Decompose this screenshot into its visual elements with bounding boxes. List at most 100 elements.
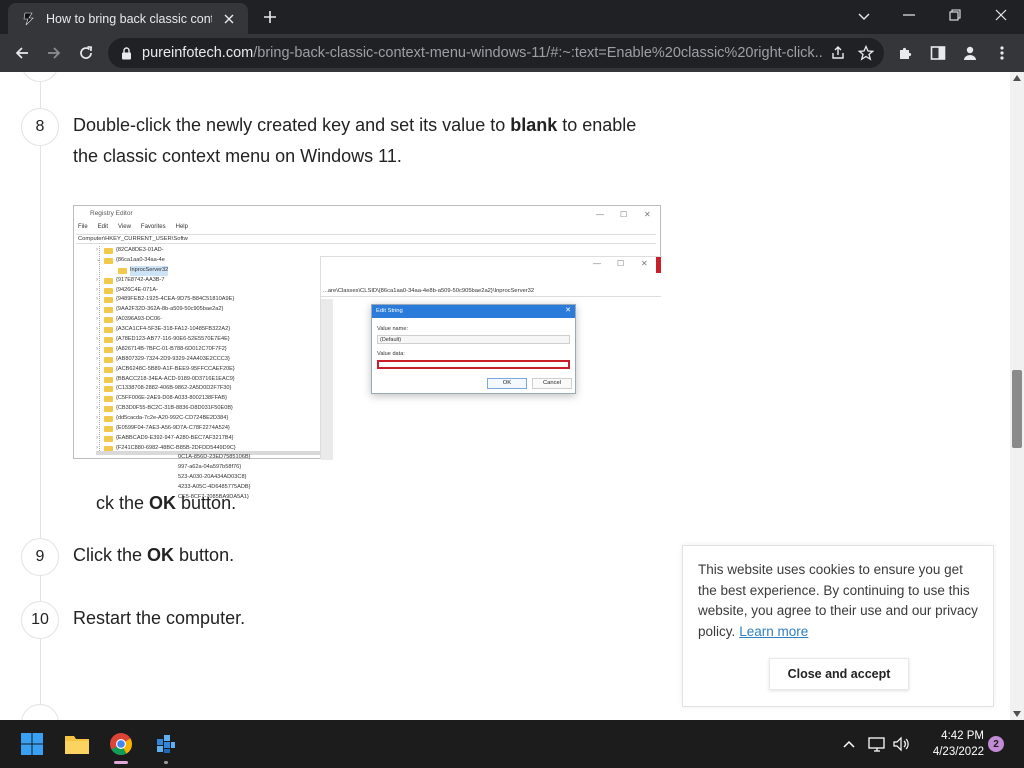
- registry-key-label: InprocServer32: [130, 265, 169, 276]
- pane-splitter: [321, 299, 333, 460]
- registry-key-label: {dd5cacda-7c2e-: [116, 415, 158, 422]
- learn-more-link[interactable]: Learn more: [739, 624, 808, 639]
- chevron-right-icon: ›: [96, 316, 98, 323]
- registry-tree-row: › {82CA8DE3-01AD-: [96, 246, 326, 256]
- file-explorer-icon[interactable]: [59, 726, 95, 762]
- chevron-right-icon: ›: [96, 336, 98, 343]
- puzzle-icon[interactable]: [890, 37, 922, 69]
- close-icon[interactable]: [978, 0, 1024, 30]
- reload-icon[interactable]: [70, 37, 102, 69]
- scroll-down-icon[interactable]: [1013, 710, 1021, 718]
- step-text-part: button.: [174, 545, 235, 565]
- close-icon: ✕: [641, 259, 648, 268]
- page-scrollbar[interactable]: [1010, 72, 1024, 720]
- chevron-down-icon[interactable]: [852, 5, 876, 29]
- url-host: pureinfotech.com: [142, 45, 254, 61]
- registry-key-label: {86ca1aa0-34aa-4e: [116, 256, 165, 263]
- arrow-right-icon[interactable]: [38, 37, 70, 69]
- registry-key-suffix: 31B-8836-D8D031F50E0B}: [164, 405, 233, 412]
- tab-close-icon[interactable]: [220, 10, 238, 28]
- windows-start-icon[interactable]: [14, 726, 50, 762]
- registry-key-suffix: A1F-BEE9-95FFCCAEF20E}: [162, 365, 235, 372]
- dialog-title: Edit String: [372, 305, 575, 318]
- tab-strip: How to bring back classic context menu o…: [0, 0, 1024, 34]
- step-text-part: button.: [176, 493, 237, 513]
- tab-title: How to bring back classic context menu o…: [46, 11, 212, 26]
- registry-tree-row: › {A78ED123-AB77- 116-90E6-52E5570E7E4E}: [96, 335, 326, 345]
- registry-key-label: {A826714B-7BFC-: [116, 345, 163, 352]
- chevron-right-icon: ›: [96, 425, 98, 432]
- registry-tree-row: › {EABBCAD9-E392- 947-A280-BEC7AF3217B4}: [96, 434, 326, 444]
- lock-icon[interactable]: [118, 45, 134, 61]
- chrome-icon[interactable]: [103, 726, 139, 764]
- registry-menu-item: Help: [175, 224, 188, 230]
- notification-badge[interactable]: 2: [988, 736, 1004, 752]
- folder-icon: [104, 317, 113, 324]
- registry-tree-overflow-row: 4233-A05C-4D6485775ADB}: [178, 483, 251, 490]
- scrollbar-thumb[interactable]: [1012, 370, 1022, 448]
- url-text[interactable]: pureinfotech.com/bring-back-classic-cont…: [142, 45, 824, 61]
- clock-date: 4/23/2022: [932, 746, 984, 758]
- minimize-icon[interactable]: [886, 0, 932, 30]
- chevron-right-icon: ›: [96, 296, 98, 303]
- chevron-up-icon[interactable]: [838, 732, 860, 756]
- kebab-menu-icon[interactable]: [986, 37, 1018, 69]
- clock-time: 4:42 PM: [941, 730, 984, 742]
- registry-key-label: {CB3D0F55-BC2C-: [116, 405, 165, 412]
- arrow-left-icon[interactable]: [6, 37, 38, 69]
- registry-key-label: {E0599F04-7AE3-: [116, 425, 162, 432]
- registry-tree-row: › {ACB6248C-5B89- A1F-BEE9-95FFCCAEF20E}: [96, 365, 326, 375]
- step-number: 9: [21, 538, 59, 576]
- volume-icon[interactable]: [891, 732, 913, 756]
- registry-tree-row: › {C5FF006E-2AE9- D08-A033-8002138FFAB}: [96, 394, 326, 404]
- folder-icon: [104, 346, 113, 353]
- registry-tree-row: › {9AA2F32D-362A- 8b-a509-50c905bae2a2}: [96, 305, 326, 315]
- registry-tree-row: InprocServer32: [96, 265, 326, 276]
- registry-key-label: {9AA2F32D-362A-: [116, 306, 163, 313]
- star-icon[interactable]: [852, 39, 880, 67]
- browser-tab[interactable]: How to bring back classic context menu o…: [8, 3, 248, 34]
- folder-icon: [104, 307, 113, 314]
- registry-key-label: {C1338708-2882-4: [116, 385, 163, 392]
- page-content[interactable]: 8 Double-click the newly created key and…: [0, 72, 1024, 720]
- chevron-right-icon: ›: [96, 326, 98, 333]
- restore-icon[interactable]: [932, 0, 978, 30]
- folder-icon: [104, 416, 113, 423]
- address-bar[interactable]: pureinfotech.com/bring-back-classic-cont…: [108, 38, 884, 68]
- chevron-right-icon: ›: [96, 395, 98, 402]
- side-panel-icon[interactable]: [922, 37, 954, 69]
- chevron-right-icon: ›: [96, 247, 98, 253]
- taskbar-clock[interactable]: 4:42 PM 4/23/2022: [914, 728, 984, 760]
- scroll-up-icon[interactable]: [1013, 74, 1021, 82]
- chevron-right-icon: ›: [96, 434, 98, 441]
- folder-icon: [104, 366, 113, 373]
- registry-tree-row: › {9489FEB2-1925-4 CEA-9D75-B84C51810A9E}: [96, 295, 326, 305]
- value-data-field: [377, 360, 570, 369]
- step-number: 10: [21, 601, 59, 639]
- registry-key-label: {9426C4E-071A-: [116, 286, 158, 293]
- plus-icon[interactable]: [258, 6, 282, 28]
- cancel-button: Cancel: [532, 378, 572, 389]
- registry-key-suffix: 01-B788-6D012C70F7F2}: [162, 345, 227, 352]
- network-icon[interactable]: [866, 732, 888, 756]
- close-icon: ✕: [644, 210, 651, 219]
- registry-editor-icon[interactable]: [148, 726, 184, 764]
- profile-icon[interactable]: [954, 37, 986, 69]
- share-icon[interactable]: [824, 39, 852, 67]
- registry-tree-overflow-row: 0C1A-856D-23ED7585106B}: [178, 454, 251, 460]
- close-and-accept-button[interactable]: Close and accept: [769, 658, 909, 690]
- value-name-field: (Default): [377, 335, 570, 344]
- folder-icon: [104, 247, 113, 254]
- browser-toolbar: pureinfotech.com/bring-back-classic-cont…: [0, 34, 1024, 72]
- step-text-bold: OK: [147, 545, 175, 565]
- cookie-notice: This website uses cookies to ensure you …: [682, 545, 994, 707]
- registry-tree-overflow-row: 523-A030-20A434AD03C8}: [178, 473, 247, 480]
- registry-tree-row: › {BBACC218-34EA- ACD-9189-0D3716E1EAC9}: [96, 375, 326, 385]
- windows-taskbar: 4:42 PM 4/23/2022 2: [0, 720, 1024, 768]
- registry-key-label: {A0396A93-DC06-: [116, 316, 163, 323]
- registry-key-suffix: 318-FA12-10485FB322A2}: [163, 326, 231, 333]
- registry-key-suffix: 06B-9862-2A5D0D2F7F30}: [162, 385, 232, 392]
- registry-key-suffix: 116-90E6-52E5570E7E4E}: [162, 336, 230, 343]
- step-8-text: Double-click the newly created key and s…: [73, 110, 653, 172]
- registry-tree-row: › {dd5cacda-7c2e- A20-992C-CD724BE2D384}: [96, 414, 326, 424]
